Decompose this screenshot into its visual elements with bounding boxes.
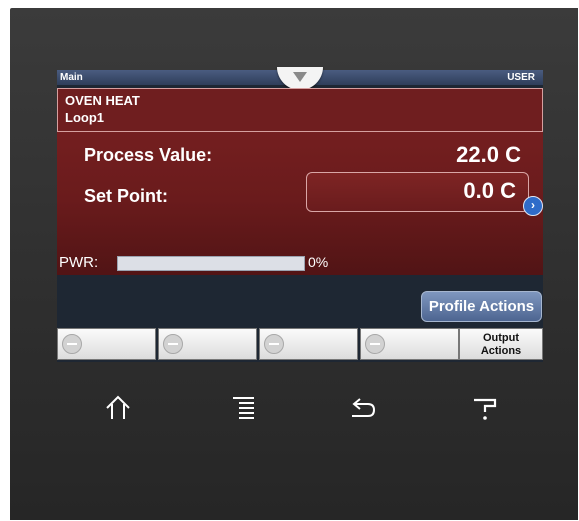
power-bar — [117, 256, 305, 271]
dropdown-tab-button[interactable] — [277, 67, 323, 90]
softkey-4[interactable] — [360, 328, 459, 360]
process-value: 22.0 C — [456, 142, 521, 167]
set-point-field[interactable]: 0.0 C — [306, 172, 529, 212]
softkey-2[interactable] — [158, 328, 257, 360]
loop-header[interactable]: OVEN HEAT Loop1 — [57, 88, 543, 132]
minus-circle-icon — [365, 334, 385, 354]
profile-actions-button[interactable]: Profile Actions — [421, 291, 542, 322]
main-menu-label: Main — [60, 72, 83, 83]
home-icon[interactable] — [103, 392, 133, 422]
loop-id: Loop1 — [65, 110, 104, 125]
set-point-label: Set Point: — [84, 186, 168, 206]
controller-screen: Main USER OVEN HEAT Loop1 Process Value:… — [57, 67, 543, 362]
user-level-label: USER — [507, 72, 535, 83]
output-actions-line1: Output — [482, 332, 520, 344]
loop-panel: OVEN HEAT Loop1 Process Value: 22.0 C Se… — [57, 88, 543, 275]
power-label: PWR: — [59, 254, 99, 271]
softkey-1[interactable] — [57, 328, 156, 360]
minus-circle-icon — [62, 334, 82, 354]
minus-circle-icon — [264, 334, 284, 354]
chevron-right-icon[interactable]: › — [523, 196, 543, 216]
help-icon[interactable] — [471, 392, 501, 422]
back-icon[interactable] — [348, 392, 378, 422]
softkey-row: Output Actions — [57, 328, 543, 360]
minus-circle-icon — [163, 334, 183, 354]
loop-name: OVEN HEAT — [65, 93, 140, 108]
power-percent: 0% — [308, 254, 329, 270]
output-actions-line2: Actions — [480, 345, 522, 357]
chevron-down-icon — [293, 72, 307, 82]
softkey-3[interactable] — [259, 328, 358, 360]
output-actions-button[interactable]: Output Actions — [459, 328, 543, 360]
process-value-label: Process Value: — [84, 145, 213, 165]
set-point-value: 0.0 C — [463, 178, 516, 203]
menu-icon[interactable] — [230, 392, 260, 422]
